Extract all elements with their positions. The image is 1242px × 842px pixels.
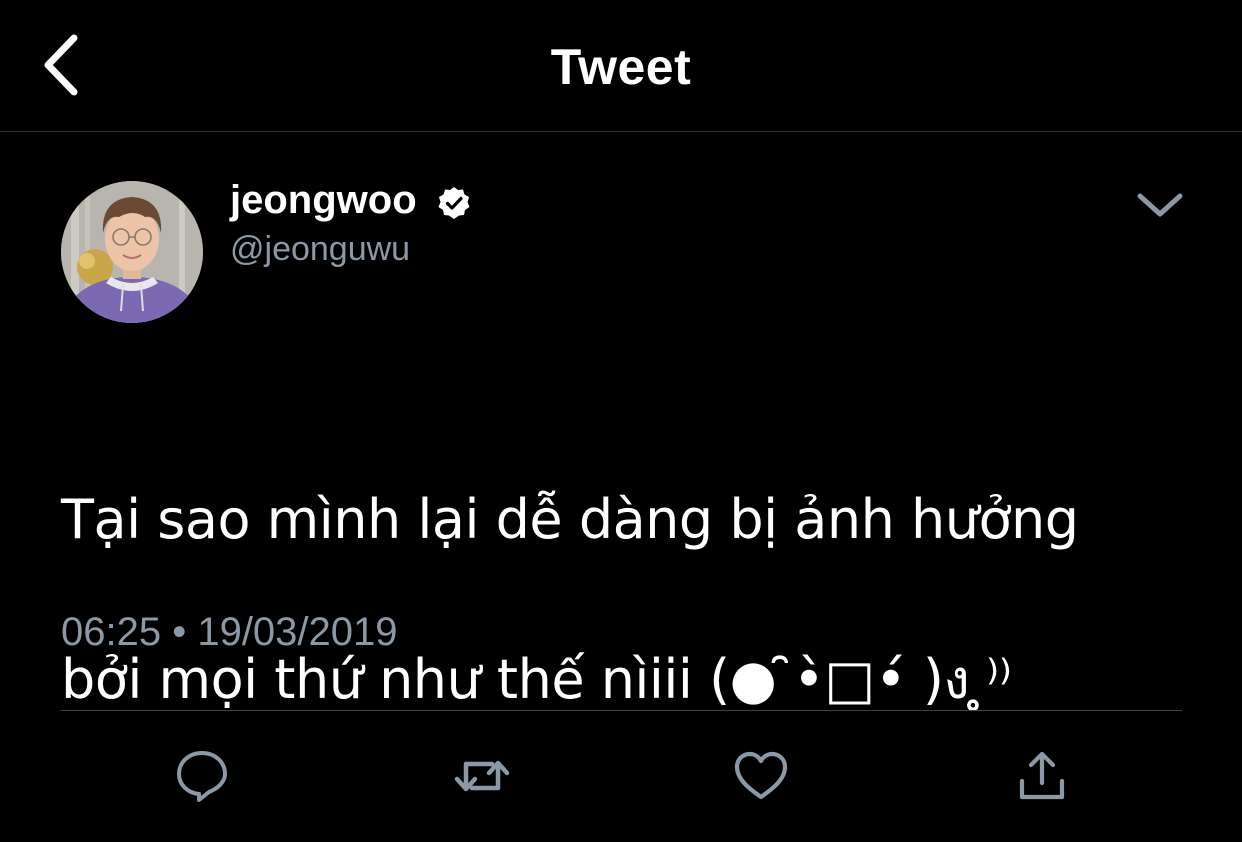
reply-icon <box>177 751 227 802</box>
tweet-timestamp[interactable]: 06:25 • 19/03/2019 <box>61 610 398 655</box>
retweet-button[interactable] <box>454 748 510 804</box>
chevron-down-icon <box>1137 193 1183 217</box>
verified-badge-icon <box>438 187 470 219</box>
author-handle[interactable]: @jeonguwu <box>230 230 410 269</box>
heart-icon <box>734 751 788 800</box>
avatar-image <box>61 181 203 323</box>
retweet-icon <box>454 760 510 792</box>
share-button[interactable] <box>1014 748 1070 804</box>
tweet-text-line-1: Tại sao mình lại dễ dàng bị ảnh hưởng <box>61 488 1079 551</box>
author-display-name[interactable]: jeongwoo <box>230 178 417 223</box>
tweet-text: Tại sao mình lại dễ dàng bị ảnh hưởng bở… <box>61 400 1181 800</box>
avatar[interactable] <box>61 181 203 323</box>
top-bar: Tweet <box>0 0 1242 132</box>
share-icon <box>1019 751 1065 800</box>
reply-button[interactable] <box>174 748 230 804</box>
like-button[interactable] <box>733 748 789 804</box>
divider <box>61 710 1182 711</box>
more-options-button[interactable] <box>1130 180 1190 230</box>
page-title: Tweet <box>550 39 692 95</box>
